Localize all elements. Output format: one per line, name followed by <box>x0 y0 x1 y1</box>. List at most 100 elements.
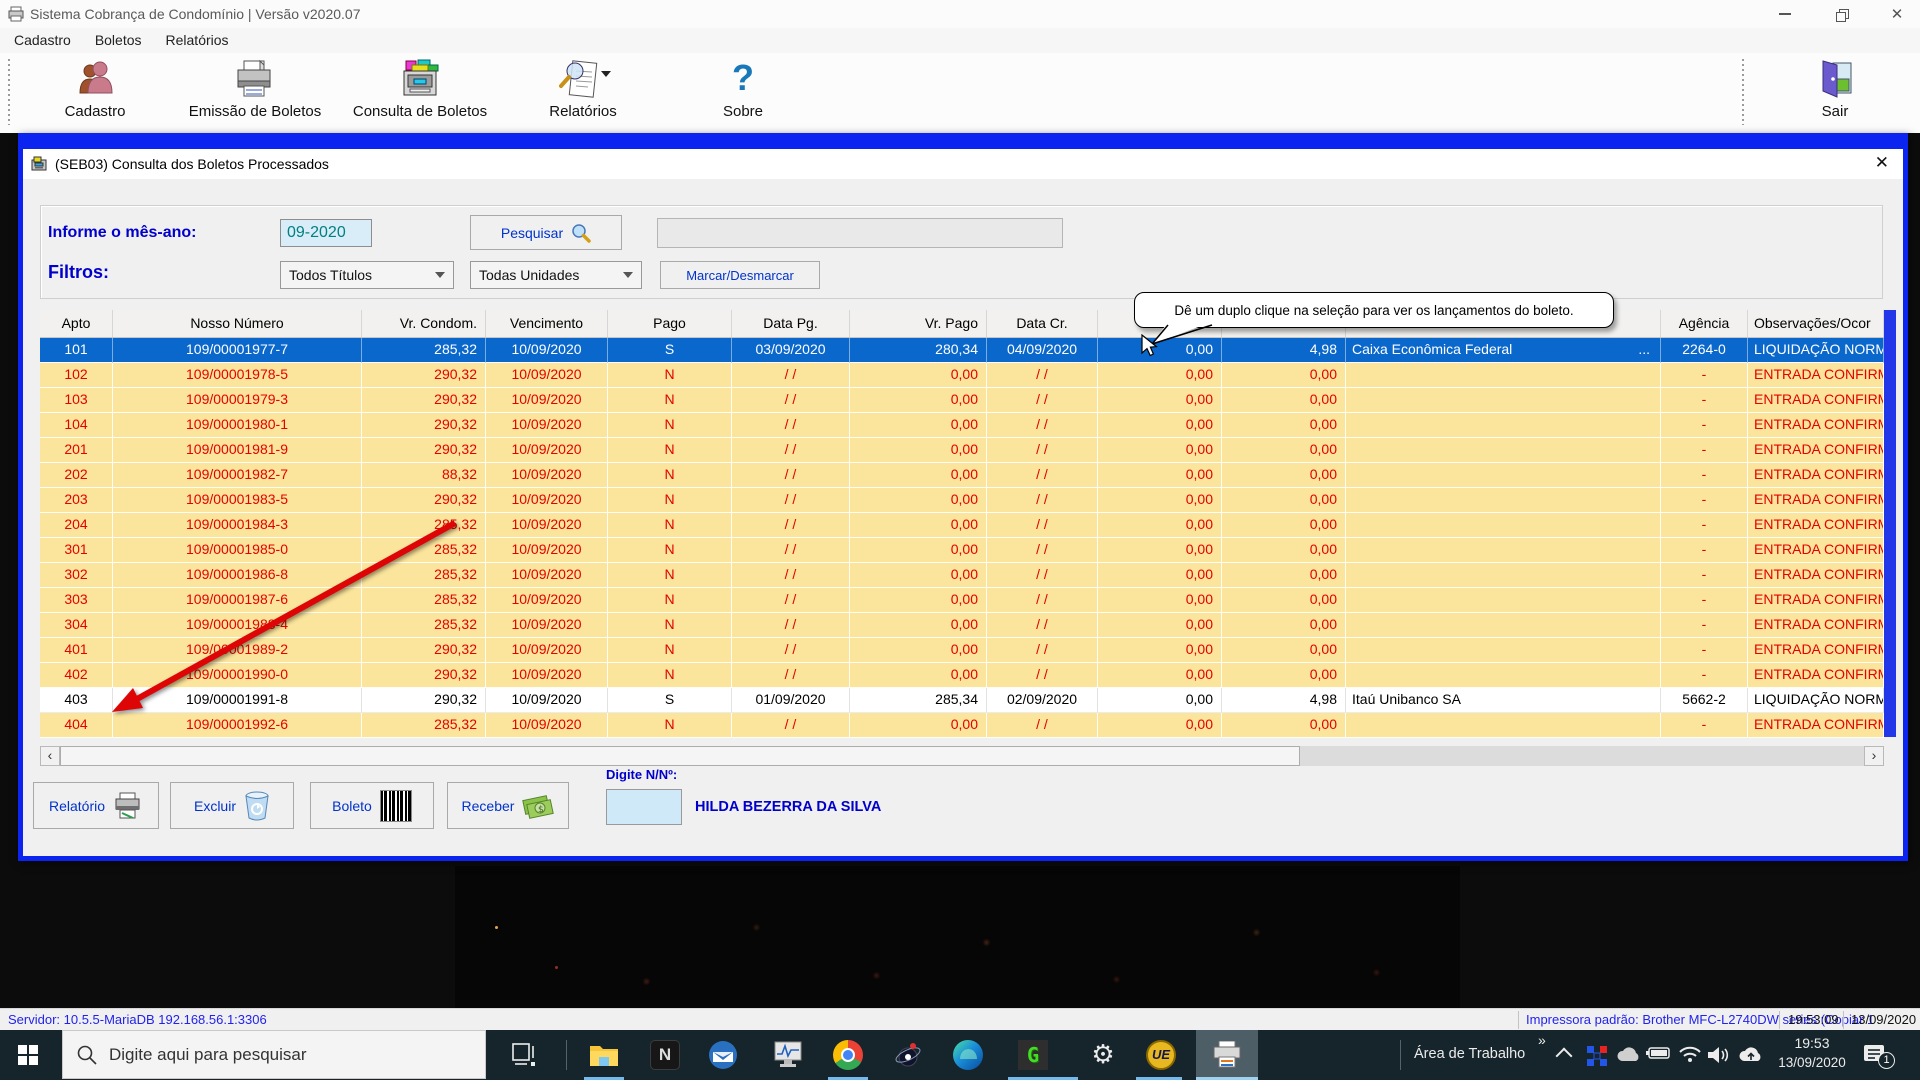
column-header-venc[interactable]: Vencimento <box>486 310 608 337</box>
cell-apto: 202 <box>40 463 113 488</box>
taskbar-atom-app[interactable] <box>892 1039 924 1071</box>
tray-chevron-up[interactable] <box>1556 1048 1573 1065</box>
table-row-404[interactable]: 404109/00001992-6285,3210/09/2020N/ /0,0… <box>40 713 1884 738</box>
cell-apto: 402 <box>40 663 113 688</box>
column-header-apto[interactable]: Apto <box>40 310 113 337</box>
filtro-titulos-select[interactable]: Todos Títulos <box>280 261 454 289</box>
taskbar-thunderbird[interactable] <box>707 1039 739 1071</box>
table-row-102[interactable]: 102109/00001978-5290,3210/09/2020N/ /0,0… <box>40 363 1884 388</box>
table-row-302[interactable]: 302109/00001986-8285,3210/09/2020N/ /0,0… <box>40 563 1884 588</box>
action-center-button[interactable]: 1 <box>1862 1042 1888 1068</box>
table-row-402[interactable]: 402109/00001990-0290,3210/09/2020N/ /0,0… <box>40 663 1884 688</box>
tray-volume-icon[interactable] <box>1706 1045 1730 1065</box>
scroll-thumb[interactable] <box>60 746 1300 766</box>
scroll-left-arrow[interactable]: ‹ <box>40 746 60 766</box>
taskbar-settings[interactable]: ⚙ <box>1087 1039 1119 1071</box>
ellipsis-indicator[interactable]: ... <box>1638 338 1650 361</box>
table-row-201[interactable]: 201109/00001981-9290,3210/09/2020N/ /0,0… <box>40 438 1884 463</box>
tray-remote-icon[interactable] <box>1586 1045 1608 1067</box>
taskbar-ultraedit[interactable]: UE <box>1145 1039 1177 1071</box>
cell-agencia: 5662-2 <box>1661 688 1748 713</box>
cell-c10: 0,00 <box>1222 363 1346 388</box>
tray-cloud-upload-icon[interactable] <box>1738 1045 1764 1065</box>
table-row-203[interactable]: 203109/00001983-5290,3210/09/2020N/ /0,0… <box>40 488 1884 513</box>
pesquisar-button[interactable]: Pesquisar <box>470 215 622 250</box>
taskbar-chrome[interactable] <box>832 1039 864 1071</box>
table-row-104[interactable]: 104109/00001980-1290,3210/09/2020N/ /0,0… <box>40 413 1884 438</box>
mes-ano-input[interactable] <box>280 219 372 247</box>
scroll-right-arrow[interactable]: › <box>1864 746 1884 766</box>
cell-venc: 10/09/2020 <box>486 613 608 638</box>
exit-door-icon <box>1815 59 1855 99</box>
close-button[interactable]: ✕ <box>1874 0 1920 28</box>
cell-datapg: / / <box>732 363 850 388</box>
table-row-401[interactable]: 401109/00001989-2290,3210/09/2020N/ /0,0… <box>40 638 1884 663</box>
column-header-vrcond[interactable]: Vr. Condom. <box>362 310 486 337</box>
table-row-303[interactable]: 303109/00001987-6285,3210/09/2020N/ /0,0… <box>40 588 1884 613</box>
toolbar-cadastro-button[interactable]: Cadastro <box>20 59 170 120</box>
column-header-obs[interactable]: Observações/Ocor <box>1748 310 1884 337</box>
excluir-button[interactable]: Excluir <box>170 782 294 829</box>
task-view-button[interactable] <box>508 1039 540 1071</box>
menu-relatorios[interactable]: Relatórios <box>154 28 241 53</box>
filtro-unidades-select[interactable]: Todas Unidades <box>470 261 642 289</box>
cell-c9: 0,00 <box>1098 388 1222 413</box>
menu-boletos[interactable]: Boletos <box>83 28 154 53</box>
grid-vertical-scrollbar[interactable] <box>1884 310 1896 737</box>
cell-datapg: / / <box>732 638 850 663</box>
cell-datapg: / / <box>732 413 850 438</box>
taskbar-printer-active-bg[interactable] <box>1196 1030 1258 1080</box>
table-row-101[interactable]: 101109/00001977-7285,3210/09/2020S03/09/… <box>40 338 1884 363</box>
toolbar-consulta-button[interactable]: Consulta de Boletos <box>345 59 495 120</box>
cell-vrcond: 285,32 <box>362 563 486 588</box>
toolbar-sobre-button[interactable]: ? Sobre <box>668 59 818 120</box>
table-row-301[interactable]: 301109/00001985-0285,3210/09/2020N/ /0,0… <box>40 538 1884 563</box>
table-row-204[interactable]: 204109/00001984-3285,3210/09/2020N/ /0,0… <box>40 513 1884 538</box>
monitor-icon <box>773 1040 803 1070</box>
boleto-button[interactable]: Boleto <box>310 782 434 829</box>
taskbar-system-monitor[interactable] <box>772 1039 804 1071</box>
tray-onedrive-icon[interactable] <box>1616 1045 1642 1065</box>
grid-horizontal-scrollbar[interactable]: ‹ › <box>40 746 1884 766</box>
column-header-pago[interactable]: Pago <box>608 310 732 337</box>
taskbar-search[interactable]: Digite aqui para pesquisar <box>62 1030 486 1079</box>
cell-obs: ENTRADA CONFIRMADA <box>1748 513 1884 538</box>
tray-wifi-icon[interactable] <box>1678 1045 1702 1063</box>
start-button[interactable] <box>12 1039 44 1071</box>
column-header-agencia[interactable]: Agência <box>1661 310 1748 337</box>
receber-button[interactable]: Receber $ <box>447 782 569 829</box>
toolbar-sair-button[interactable]: Sair <box>1760 59 1910 120</box>
digite-n-input[interactable] <box>606 789 682 825</box>
relatorios-dropdown-arrow[interactable] <box>601 71 611 77</box>
column-header-datapg[interactable]: Data Pg. <box>732 310 850 337</box>
cell-datacr: / / <box>987 438 1098 463</box>
table-row-202[interactable]: 202109/00001982-788,3210/09/2020N/ /0,00… <box>40 463 1884 488</box>
column-header-datacr[interactable]: Data Cr. <box>987 310 1098 337</box>
taskbar-file-explorer[interactable] <box>588 1039 620 1071</box>
restore-button[interactable] <box>1818 0 1864 28</box>
marcar-desmarcar-button[interactable]: Marcar/Desmarcar <box>660 261 820 289</box>
search-result-box[interactable] <box>657 218 1063 248</box>
tray-desktop-label[interactable]: Área de Trabalho <box>1414 1046 1525 1062</box>
statusbar: Servidor: 10.5.5-MariaDB 192.168.56.1:33… <box>0 1008 1920 1031</box>
tray-battery-icon[interactable] <box>1646 1045 1672 1061</box>
table-row-103[interactable]: 103109/00001979-3290,3210/09/2020N/ /0,0… <box>40 388 1884 413</box>
toolbar-relatorios-button[interactable]: Relatórios <box>508 59 658 120</box>
column-header-vrpago[interactable]: Vr. Pago <box>850 310 987 337</box>
table-row-403[interactable]: 403109/00001991-8290,3210/09/2020S01/09/… <box>40 688 1884 713</box>
tray-clock[interactable]: 19:53 13/09/2020 <box>1772 1035 1852 1070</box>
search-icon <box>77 1045 97 1065</box>
consulta-close-icon[interactable]: ✕ <box>1875 153 1889 173</box>
cell-datacr: / / <box>987 613 1098 638</box>
taskbar-notepad-app[interactable]: N <box>649 1039 681 1071</box>
table-row-304[interactable]: 304109/00001988-4285,3210/09/2020N/ /0,0… <box>40 613 1884 638</box>
relatorio-button[interactable]: Relatório <box>33 782 159 829</box>
toolbar-emissao-button[interactable]: Emissão de Boletos <box>180 59 330 120</box>
cell-c9: 0,00 <box>1098 713 1222 738</box>
column-header-nosso[interactable]: Nosso Número <box>113 310 362 337</box>
taskbar-edge[interactable] <box>952 1039 984 1071</box>
minimize-button[interactable] <box>1762 0 1808 28</box>
taskbar-green-g-app[interactable]: G <box>1017 1039 1049 1071</box>
tray-overflow-glyph[interactable]: » <box>1538 1032 1546 1048</box>
menu-cadastro[interactable]: Cadastro <box>2 28 83 53</box>
